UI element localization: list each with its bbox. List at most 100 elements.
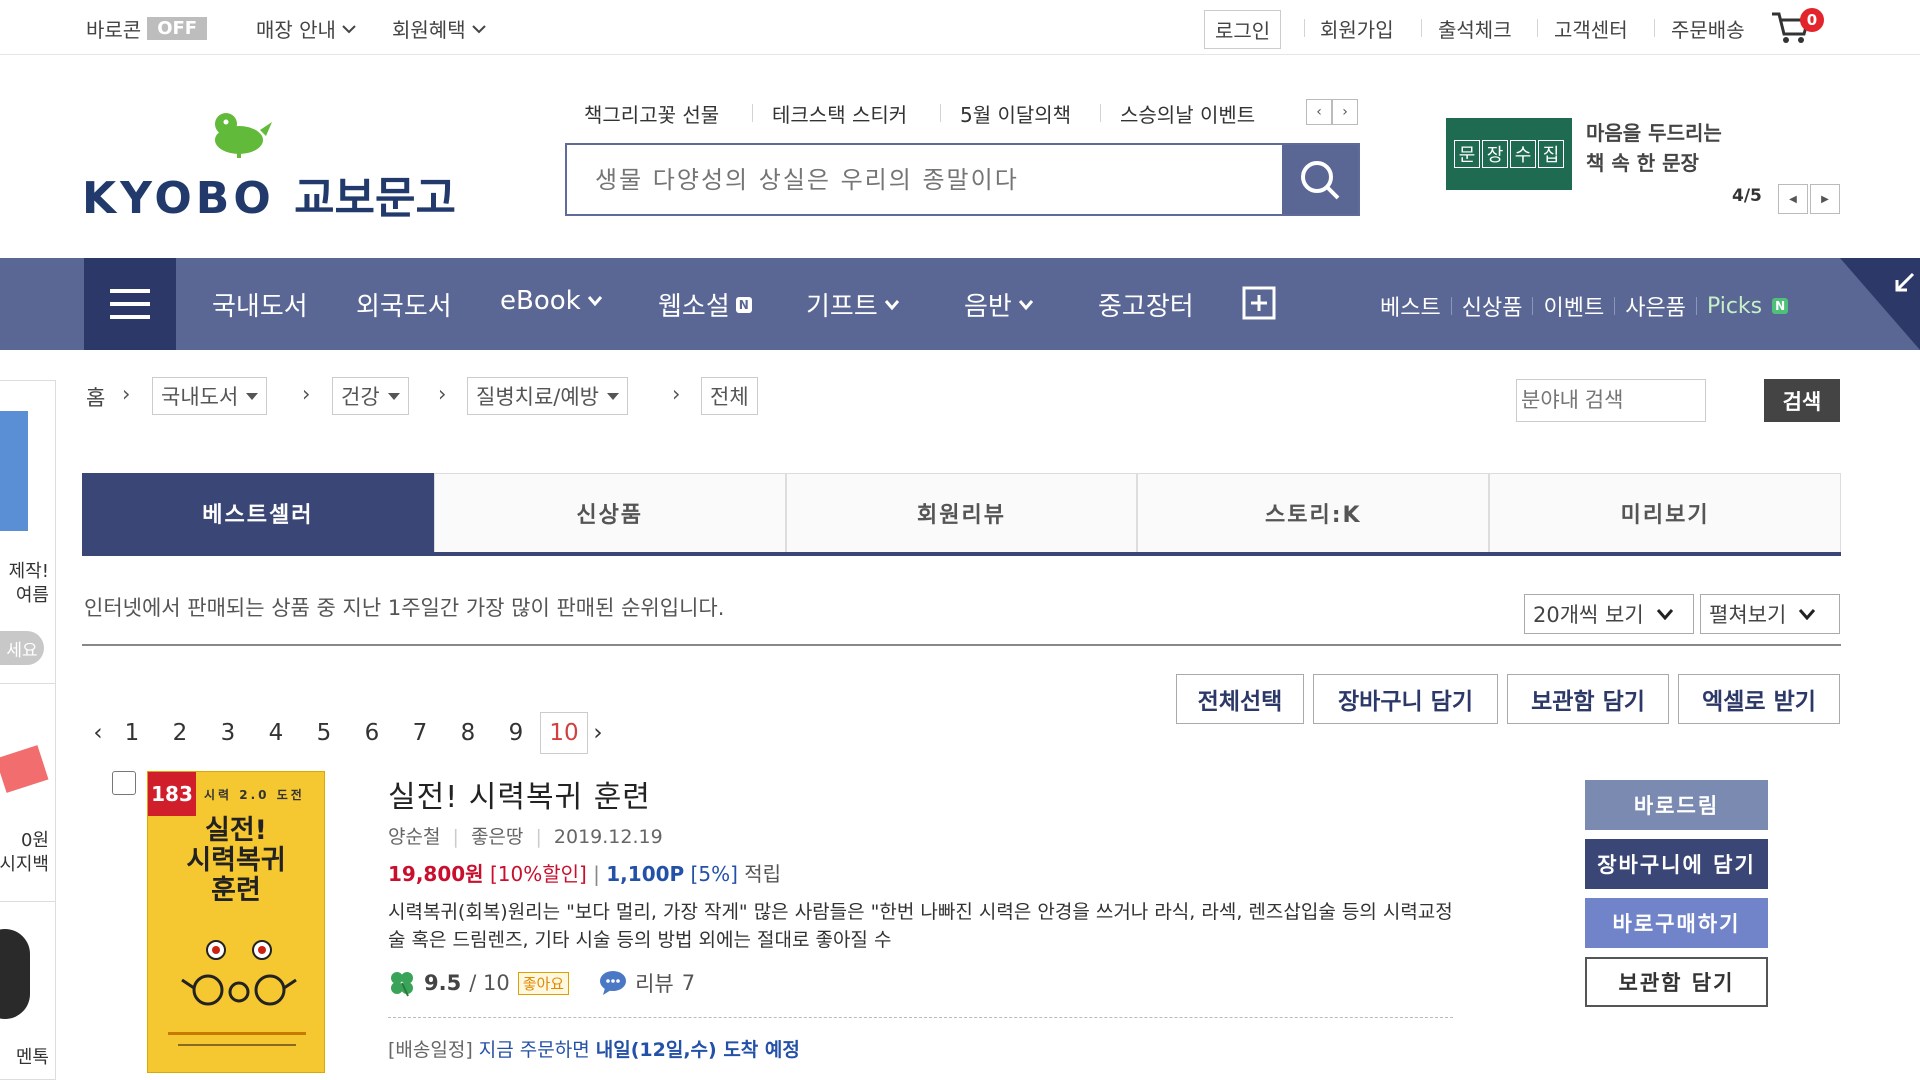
book-select-checkbox[interactable] — [112, 771, 136, 795]
breadcrumb-level2-dropdown[interactable]: 건강 — [332, 377, 409, 415]
book-author[interactable]: 양순철 — [388, 826, 440, 848]
buy-now-button[interactable]: 바로구매하기 — [1585, 898, 1768, 948]
tab-member-review[interactable]: 회원리뷰 — [785, 473, 1138, 552]
page-link[interactable]: 4 — [252, 720, 300, 746]
all-categories-button[interactable] — [84, 258, 176, 350]
attendance-link[interactable]: 출석체크 — [1438, 14, 1512, 43]
nav-domestic-books[interactable]: 국내도서 — [212, 286, 308, 323]
nav-picks[interactable]: Picks — [1707, 294, 1762, 319]
barocon-label: 바로콘 — [86, 18, 142, 42]
breadcrumb-level3-dropdown[interactable]: 질병치료/예방 — [467, 377, 628, 415]
tab-preview[interactable]: 미리보기 — [1489, 473, 1841, 552]
promo-next-button[interactable]: ▶ — [1810, 184, 1840, 214]
page-link[interactable]: 3 — [204, 720, 252, 746]
divider: | — [452, 826, 459, 848]
header-link-3[interactable]: 5월 이달의책 — [960, 99, 1071, 128]
page-link[interactable]: 1 — [108, 720, 156, 746]
nav-best[interactable]: 베스트 — [1380, 290, 1441, 322]
book-title[interactable]: 실전! 시력복귀 훈련 — [388, 772, 651, 816]
sidebar-button[interactable]: 세요 — [0, 631, 44, 665]
book-publisher[interactable]: 좋은땅 — [471, 826, 523, 848]
hamburger-icon — [110, 289, 150, 319]
customer-center-link[interactable]: 고객센터 — [1554, 14, 1628, 43]
tab-bar: 베스트셀러 신상품 회원리뷰 스토리:K 미리보기 — [82, 473, 1841, 556]
nav-more-button[interactable] — [1242, 286, 1276, 320]
order-delivery-link[interactable]: 주문배송 — [1671, 14, 1745, 43]
save-to-wishlist-button[interactable]: 보관함 담기 — [1507, 674, 1669, 724]
speech-bubble-icon — [600, 971, 627, 995]
store-guide-menu[interactable]: 매장 안내 — [256, 14, 356, 43]
page-prev-icon[interactable]: ‹ — [88, 720, 108, 746]
cart-button[interactable]: 0 — [1770, 8, 1824, 46]
promo-char: 문 — [1454, 140, 1480, 168]
chevron-left-icon: ‹ — [1316, 104, 1322, 120]
select-all-button[interactable]: 전체선택 — [1176, 674, 1304, 724]
breadcrumb-level1: 국내도서 — [161, 385, 239, 409]
header-link-2[interactable]: 테크스택 스티커 — [772, 99, 907, 128]
nav-new[interactable]: 신상품 — [1462, 290, 1523, 322]
nav-music[interactable]: 음반 — [964, 286, 1034, 323]
nav-gifts[interactable]: 사은품 — [1625, 290, 1686, 322]
breadcrumb-level3: 질병치료/예방 — [476, 385, 599, 409]
sentence-collection-banner[interactable]: 문 장 수 집 — [1446, 118, 1572, 190]
barocon-toggle[interactable]: 바로콘 OFF — [86, 14, 208, 43]
divider: | — [535, 826, 542, 848]
page-link[interactable]: 5 — [300, 720, 348, 746]
breadcrumb-level1-dropdown[interactable]: 국내도서 — [152, 377, 268, 415]
member-benefit-menu[interactable]: 회원혜택 — [392, 14, 486, 43]
main-search-input[interactable] — [567, 145, 1282, 214]
login-button[interactable]: 로그인 — [1204, 10, 1282, 49]
points-value: 1,100P — [606, 862, 685, 886]
book-cover[interactable]: 183 시력 2.0 도전 실전! 시력복귀 훈련 — [147, 771, 325, 1073]
review-count[interactable]: 7 — [682, 971, 695, 995]
page-link[interactable]: 6 — [348, 720, 396, 746]
view-mode-value: 펼쳐보기 — [1709, 603, 1787, 627]
collapse-arrow-icon[interactable] — [1893, 272, 1915, 294]
nav-webnovel[interactable]: 웹소설 N — [658, 286, 752, 323]
page-link-current[interactable]: 10 — [540, 712, 588, 754]
tab-bestseller[interactable]: 베스트셀러 — [82, 473, 434, 552]
category-search-button[interactable]: 검색 — [1764, 379, 1840, 422]
baro-dream-button[interactable]: 바로드림 — [1585, 780, 1768, 830]
add-to-cart-all-button[interactable]: 장바구니 담기 — [1313, 674, 1498, 724]
tab-story-k[interactable]: 스토리:K — [1137, 473, 1490, 552]
sidebar-text: 0원 — [20, 830, 49, 851]
promo-text[interactable]: 마음을 두드리는 책 속 한 문장 — [1586, 118, 1722, 178]
page-link[interactable]: 9 — [492, 720, 540, 746]
header-link-1[interactable]: 책그리고꽃 선물 — [584, 99, 719, 128]
save-to-wishlist-item-button[interactable]: 보관함 담기 — [1585, 957, 1768, 1007]
nav-event[interactable]: 이벤트 — [1543, 290, 1604, 322]
view-mode-select[interactable]: 펼쳐보기 — [1700, 594, 1840, 634]
book-date: 2019.12.19 — [553, 826, 663, 848]
header-links-next-button[interactable]: › — [1332, 99, 1358, 125]
header-links-prev-button[interactable]: ‹ — [1306, 99, 1332, 125]
nav-gift[interactable]: 기프트 — [806, 286, 900, 323]
page-link[interactable]: 7 — [396, 720, 444, 746]
sidebar-person-image[interactable] — [0, 929, 30, 1019]
tab-new[interactable]: 신상품 — [433, 473, 786, 552]
nav-gift-label: 기프트 — [806, 292, 878, 322]
logo-kr: 교보문고 — [294, 173, 456, 224]
cover-title-line: 시력복귀 — [186, 845, 286, 876]
add-to-cart-button[interactable]: 장바구니에 담기 — [1585, 839, 1768, 889]
breadcrumb-level4[interactable]: 전체 — [701, 377, 758, 415]
nav-foreign-books[interactable]: 외국도서 — [356, 286, 452, 323]
export-excel-button[interactable]: 엑셀로 받기 — [1678, 674, 1840, 724]
per-page-select[interactable]: 20개씩 보기 — [1524, 594, 1694, 634]
category-search-input[interactable] — [1516, 379, 1706, 422]
join-link[interactable]: 회원가입 — [1320, 14, 1394, 43]
page-next-icon[interactable]: › — [588, 720, 608, 746]
nav-used-market[interactable]: 중고장터 — [1098, 286, 1194, 323]
promo-prev-button[interactable]: ◀ — [1778, 184, 1808, 214]
page-link[interactable]: 2 — [156, 720, 204, 746]
nav-ebook[interactable]: eBook — [500, 286, 603, 316]
header-link-4[interactable]: 스승의날 이벤트 — [1120, 99, 1255, 128]
sidebar-promo-image[interactable] — [0, 745, 49, 793]
discount-rate: [10%할인] — [489, 862, 587, 886]
main-search-button[interactable] — [1282, 145, 1358, 214]
review-label[interactable]: 리뷰 — [635, 968, 674, 998]
breadcrumb-home[interactable]: 홈 — [86, 382, 105, 412]
sidebar-book-thumbnail[interactable] — [0, 411, 28, 531]
divider — [1304, 19, 1305, 37]
page-link[interactable]: 8 — [444, 720, 492, 746]
